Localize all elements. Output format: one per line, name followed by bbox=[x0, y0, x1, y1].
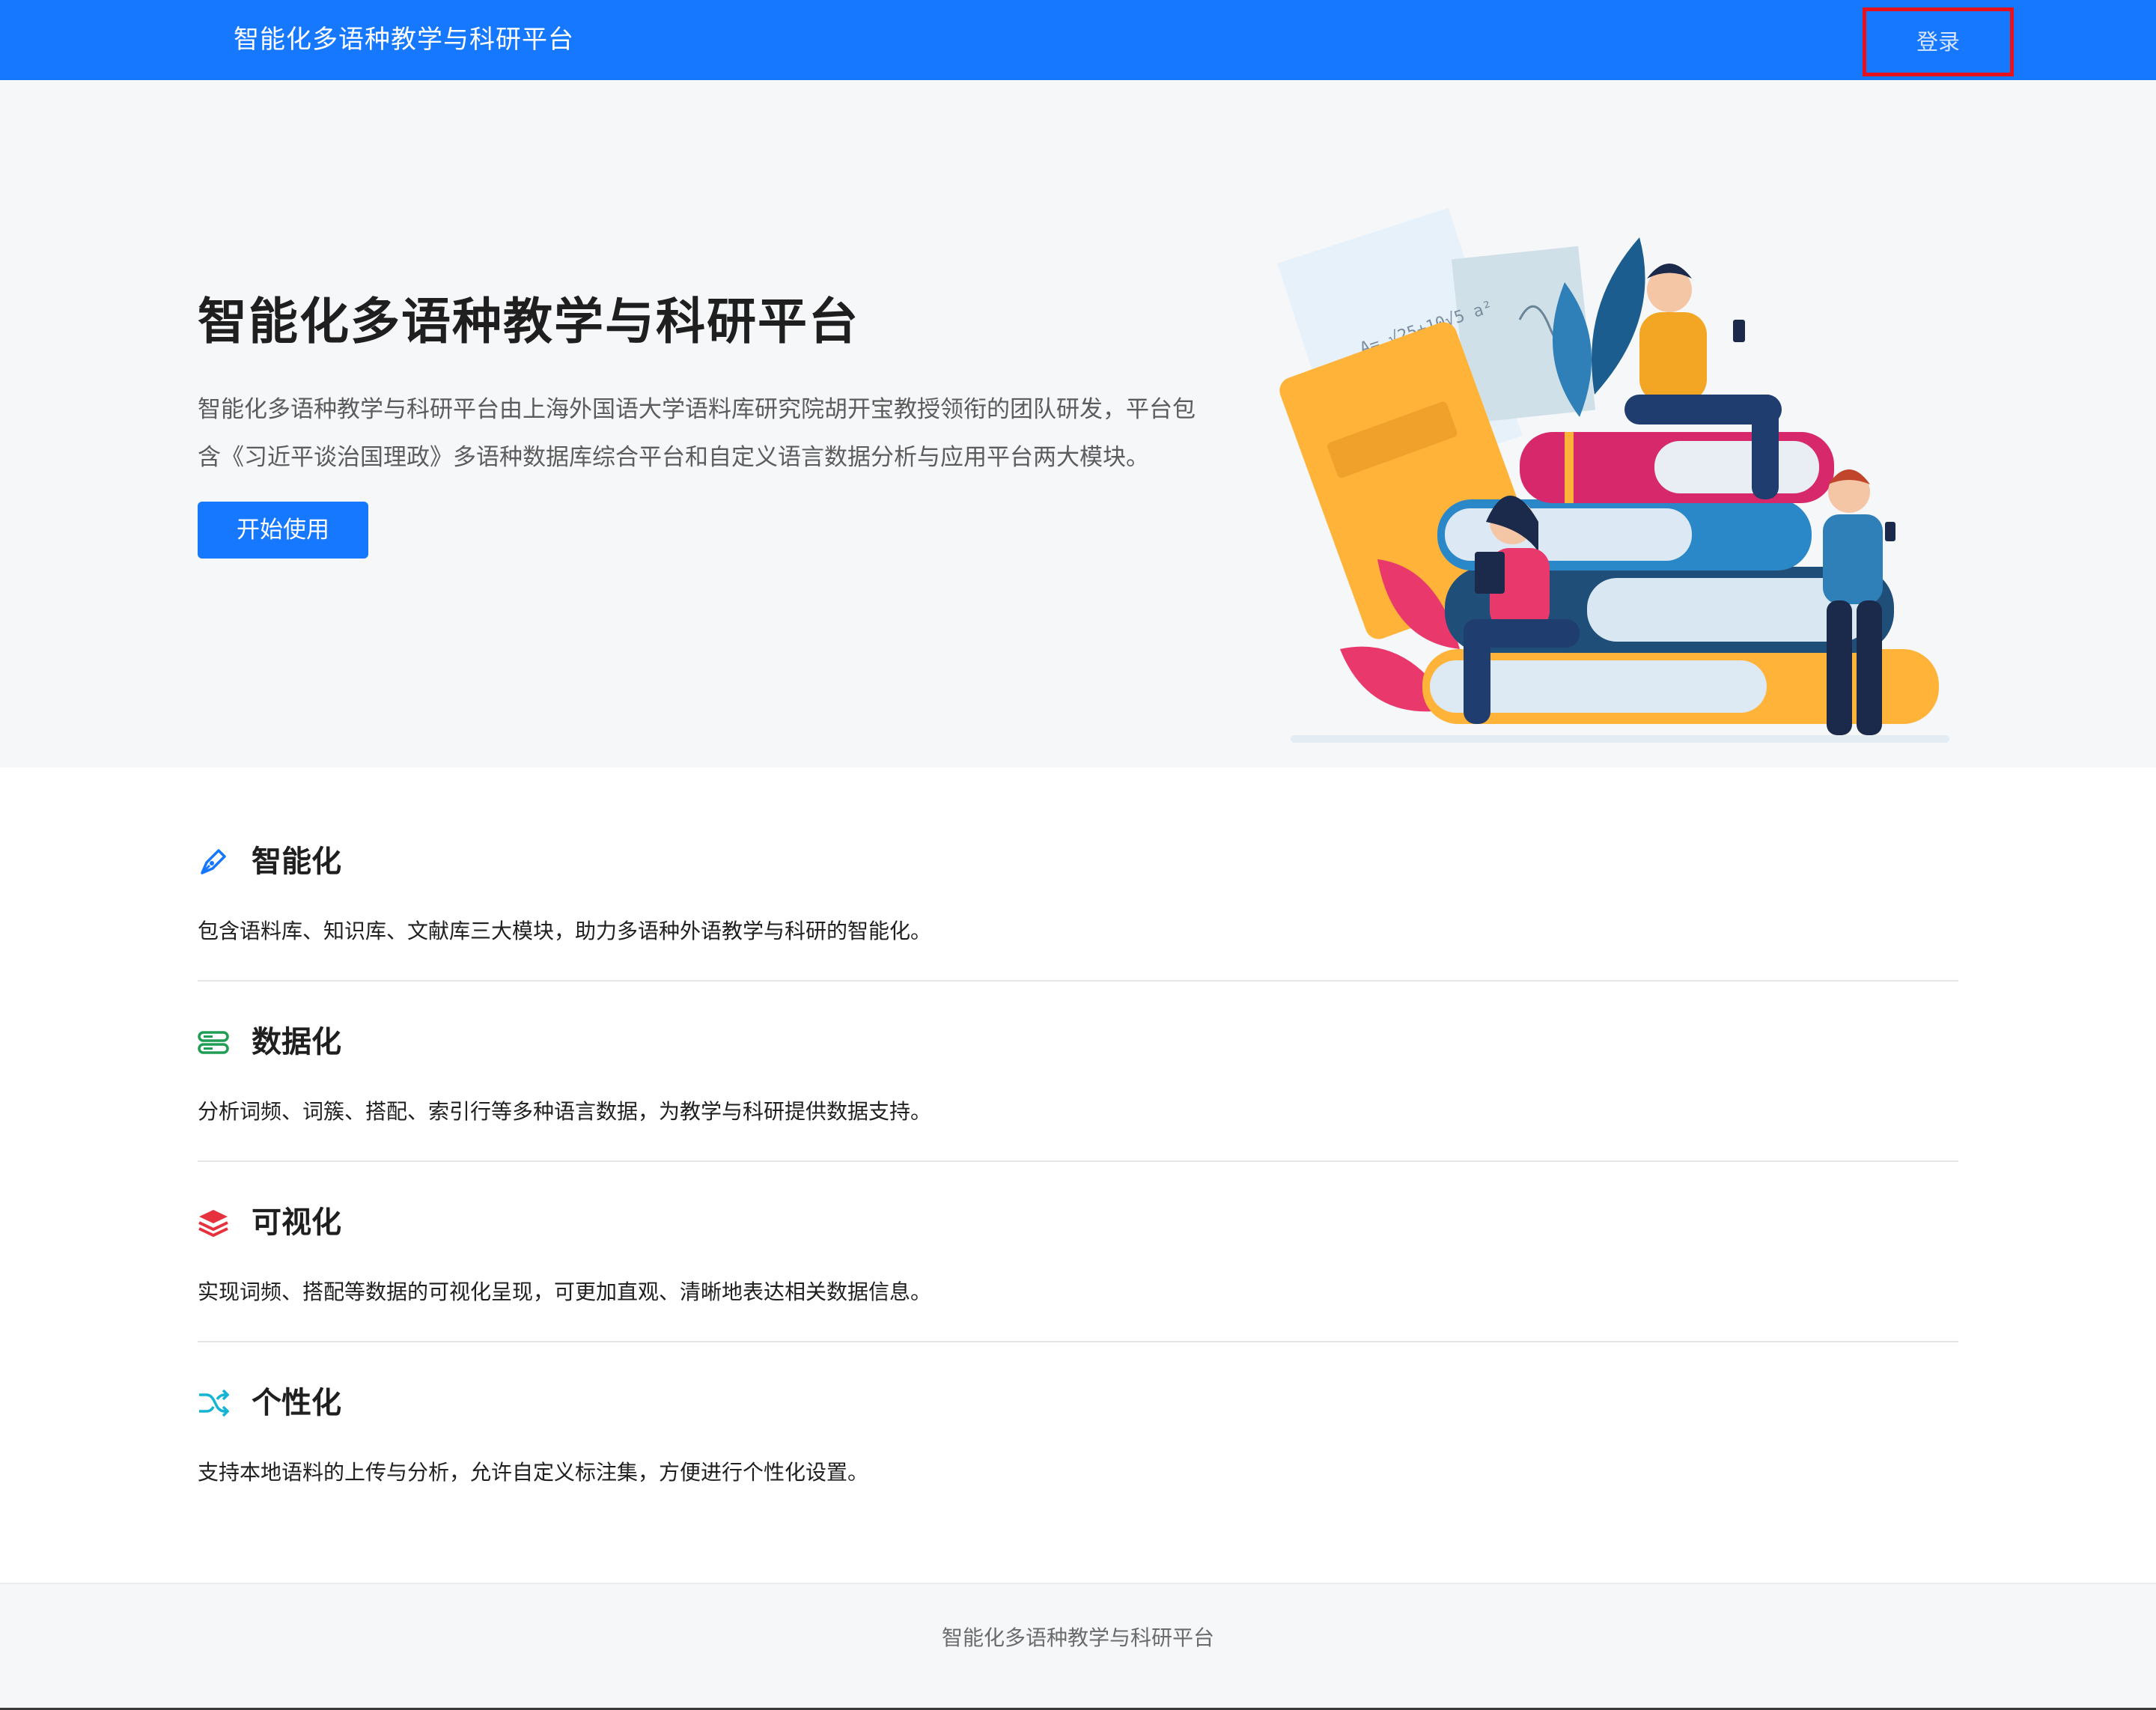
hero-illustration: A= √25+10√5 a² bbox=[1277, 207, 1949, 743]
hero-title: 智能化多语种教学与科研平台 bbox=[198, 293, 859, 350]
hero-section: 智能化多语种教学与科研平台 智能化多语种教学与科研平台由上海外国语大学语料库研究… bbox=[0, 80, 2156, 767]
page-footer: 智能化多语种教学与科研平台 bbox=[0, 1583, 2156, 1710]
feature-description: 分析词频、词簇、搭配、索引行等多种语言数据，为教学与科研提供数据支持。 bbox=[198, 1099, 932, 1124]
layers-icon bbox=[198, 1210, 228, 1238]
start-button[interactable]: 开始使用 bbox=[198, 502, 368, 559]
top-navbar: 智能化多语种教学与科研平台 登录 bbox=[0, 0, 2156, 80]
brand-title[interactable]: 智能化多语种教学与科研平台 bbox=[234, 22, 574, 57]
feature-description: 包含语料库、知识库、文献库三大模块，助力多语种外语教学与科研的智能化。 bbox=[198, 919, 932, 943]
feature-list: 智能化 包含语料库、知识库、文献库三大模块，助力多语种外语教学与科研的智能化。 … bbox=[198, 801, 1958, 1523]
feature-title: 智能化 bbox=[252, 845, 341, 879]
feature-item-intelligent: 智能化 包含语料库、知识库、文献库三大模块，助力多语种外语教学与科研的智能化。 bbox=[198, 801, 1958, 982]
hero-description: 智能化多语种教学与科研平台由上海外国语大学语料库研究院胡开宝教授领衔的团队研发，… bbox=[198, 396, 1196, 471]
pen-nib-icon bbox=[201, 849, 226, 874]
login-button[interactable]: 登录 bbox=[1863, 7, 2014, 76]
feature-item-personal: 个性化 支持本地语料的上传与分析，允许自定义标注集，方便进行个性化设置。 bbox=[198, 1342, 1958, 1523]
database-icon bbox=[198, 1031, 229, 1054]
feature-title: 个性化 bbox=[252, 1386, 341, 1420]
feature-title: 数据化 bbox=[252, 1025, 341, 1059]
feature-title: 可视化 bbox=[252, 1205, 341, 1240]
feature-description: 支持本地语料的上传与分析，允许自定义标注集，方便进行个性化设置。 bbox=[198, 1460, 869, 1485]
feature-item-visual: 可视化 实现词频、搭配等数据的可视化呈现，可更加直观、清晰地表达相关数据信息。 bbox=[198, 1162, 1958, 1342]
feature-item-data: 数据化 分析词频、词簇、搭配、索引行等多种语言数据，为教学与科研提供数据支持。 bbox=[198, 982, 1958, 1162]
feature-description: 实现词频、搭配等数据的可视化呈现，可更加直观、清晰地表达相关数据信息。 bbox=[198, 1280, 932, 1304]
footer-text: 智能化多语种教学与科研平台 bbox=[941, 1625, 1214, 1650]
shuffle-icon bbox=[199, 1389, 229, 1417]
